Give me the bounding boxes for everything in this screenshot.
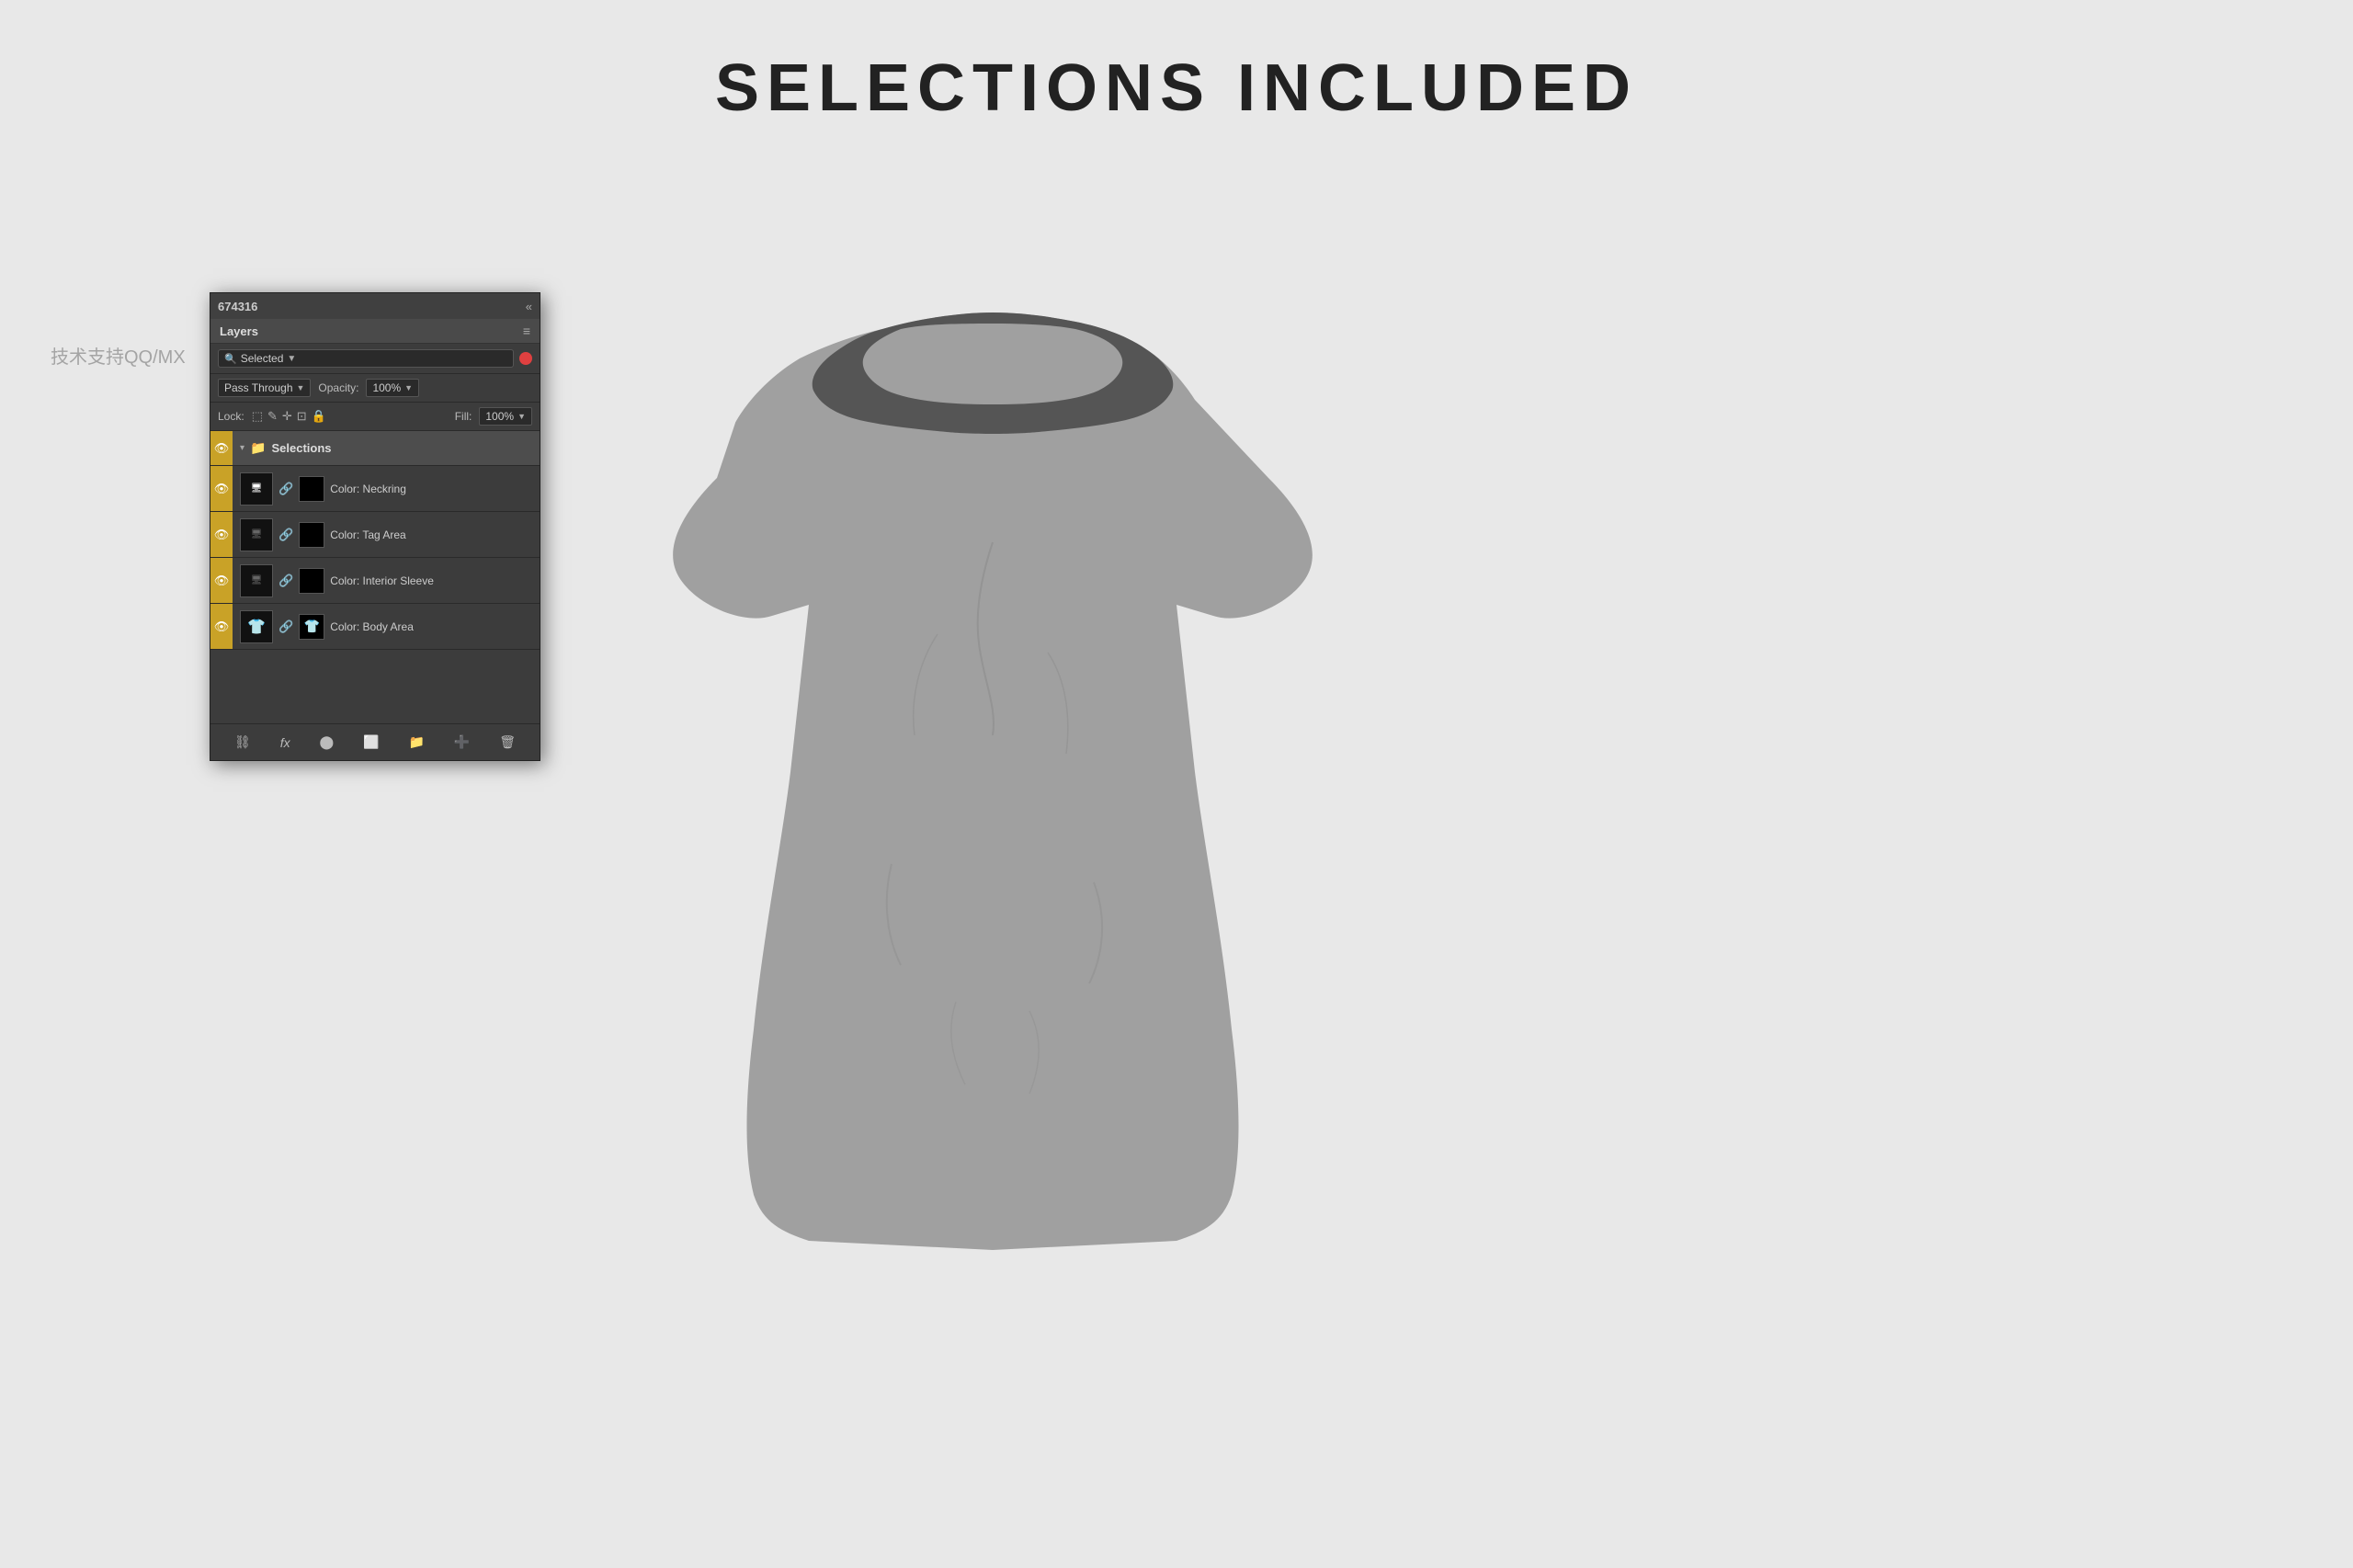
- layer-thumb-4: 👕: [240, 610, 273, 643]
- search-dropdown-arrow: ▼: [287, 354, 296, 364]
- tshirt-illustration: [570, 156, 1397, 1388]
- lock-artboard-icon[interactable]: ✛: [282, 409, 292, 424]
- lock-all-icon[interactable]: 🔒: [312, 409, 326, 424]
- fill-label: Fill:: [455, 410, 472, 423]
- blend-mode-label: Pass Through: [224, 381, 293, 394]
- layers-empty-area: [210, 650, 540, 723]
- panel-menu-icon[interactable]: ≡: [523, 324, 530, 338]
- layer-mask-2: [299, 522, 324, 548]
- eye-icon-4: 👁: [214, 619, 230, 634]
- layer-thumb-2: 🖥: [240, 518, 273, 551]
- opacity-arrow: ▼: [404, 383, 413, 392]
- link-icon[interactable]: ⛓: [231, 733, 255, 752]
- layer-mask-1: [299, 476, 324, 502]
- folder-icon[interactable]: 📁: [405, 733, 428, 752]
- search-filter-label: Selected: [241, 352, 284, 365]
- new-layer-icon[interactable]: ➕: [450, 733, 473, 752]
- panel-bottom-toolbar: ⛓ fx ⬤ ⬜ 📁 ➕ 🗑: [210, 723, 540, 760]
- fill-arrow: ▼: [517, 412, 526, 421]
- layer-visibility-bar-1[interactable]: 👁: [210, 466, 233, 511]
- layer-thumb-preview-2: 🖥: [251, 529, 263, 540]
- lock-row: Lock: ⬚ ✎ ✛ ⊡ 🔒 Fill: 100% ▼: [210, 403, 540, 431]
- watermark: 技术支持QQ/MX: [51, 342, 186, 369]
- layer-name-1: Color: Neckring: [330, 483, 532, 495]
- lock-icons-group: ⬚ ✎ ✛ ⊡ 🔒: [252, 409, 326, 424]
- panel-collapse-button[interactable]: «: [526, 300, 532, 313]
- search-box[interactable]: 🔍 Selected ▼: [218, 349, 514, 368]
- layer-visibility-bar-3[interactable]: 👁: [210, 558, 233, 603]
- group-visibility-bar[interactable]: 👁: [210, 431, 233, 465]
- group-eye-icon: 👁: [214, 441, 230, 456]
- record-dot: [519, 352, 532, 365]
- lock-frame-icon[interactable]: ⊡: [297, 409, 307, 424]
- layer-chain-icon-4: 🔗: [278, 619, 293, 634]
- adjustment-icon[interactable]: ⬤: [316, 733, 338, 752]
- blend-mode-dropdown[interactable]: Pass Through ▼: [218, 379, 311, 397]
- eye-icon-2: 👁: [214, 528, 230, 542]
- search-row: 🔍 Selected ▼: [210, 344, 540, 374]
- group-header-selections[interactable]: 👁 ▾ 📁 Selections: [210, 431, 540, 466]
- layer-mask-4: 👕: [299, 614, 324, 640]
- lock-pixels-icon[interactable]: ⬚: [252, 409, 263, 424]
- layer-mask-tshirt-icon: 👕: [303, 619, 319, 634]
- layer-chain-icon-2: 🔗: [278, 528, 293, 542]
- layer-row[interactable]: 👁 🖥 🔗 Color: Neckring: [210, 466, 540, 512]
- tshirt-collar-inner-path: [863, 324, 1123, 404]
- layer-chain-icon-1: 🔗: [278, 482, 293, 496]
- fill-input[interactable]: 100% ▼: [479, 407, 532, 426]
- layer-thumb-preview-4: 👕: [247, 618, 266, 636]
- tshirt-svg: [570, 156, 1397, 1388]
- layer-thumb-1: 🖥: [240, 472, 273, 506]
- search-icon: 🔍: [224, 353, 237, 365]
- layer-visibility-bar-2[interactable]: 👁: [210, 512, 233, 557]
- fx-icon[interactable]: fx: [277, 733, 294, 752]
- blend-dropdown-arrow: ▼: [297, 383, 305, 392]
- panel-id: 674316: [218, 300, 257, 313]
- layer-row[interactable]: 👁 👕 🔗 👕 Color: Body Area: [210, 604, 540, 650]
- blend-mode-row: Pass Through ▼ Opacity: 100% ▼: [210, 374, 540, 403]
- layer-chain-icon-3: 🔗: [278, 574, 293, 588]
- layers-panel: 674316 « Layers ≡ 🔍 Selected ▼ Pass Thro…: [210, 292, 540, 761]
- mask-icon[interactable]: ⬜: [359, 733, 382, 752]
- layer-row[interactable]: 👁 🖥 🔗 Color: Interior Sleeve: [210, 558, 540, 604]
- group-name: Selections: [271, 441, 331, 455]
- layer-thumb-3: 🖥: [240, 564, 273, 597]
- eye-icon-1: 👁: [214, 482, 230, 496]
- page-title: SELECTIONS INCLUDED: [715, 51, 1638, 126]
- panel-titlebar: 674316 «: [210, 293, 540, 319]
- panel-header: Layers ≡: [210, 319, 540, 344]
- opacity-input[interactable]: 100% ▼: [366, 379, 419, 397]
- fill-value: 100%: [485, 410, 514, 423]
- eye-icon-3: 👁: [214, 574, 230, 588]
- layer-thumb-preview-1: 🖥: [251, 483, 263, 494]
- layer-row[interactable]: 👁 🖥 🔗 Color: Tag Area: [210, 512, 540, 558]
- panel-title: Layers: [220, 324, 258, 338]
- layer-name-2: Color: Tag Area: [330, 528, 532, 541]
- layer-name-3: Color: Interior Sleeve: [330, 574, 532, 587]
- tshirt-body-path: [673, 312, 1313, 1250]
- layer-list: 👁 ▾ 📁 Selections 👁 🖥 🔗 Color: Neckring 👁: [210, 431, 540, 650]
- layer-mask-3: [299, 568, 324, 594]
- delete-icon[interactable]: 🗑: [495, 733, 519, 752]
- opacity-label: Opacity:: [318, 381, 358, 394]
- layer-name-4: Color: Body Area: [330, 620, 532, 633]
- lock-position-icon[interactable]: ✎: [267, 409, 278, 424]
- opacity-value: 100%: [372, 381, 401, 394]
- layer-thumb-preview-3: 🖥: [251, 575, 263, 585]
- group-folder-icon: 📁: [250, 440, 266, 456]
- layer-visibility-bar-4[interactable]: 👁: [210, 604, 233, 649]
- lock-label: Lock:: [218, 410, 244, 423]
- group-expand-icon[interactable]: ▾: [240, 443, 244, 453]
